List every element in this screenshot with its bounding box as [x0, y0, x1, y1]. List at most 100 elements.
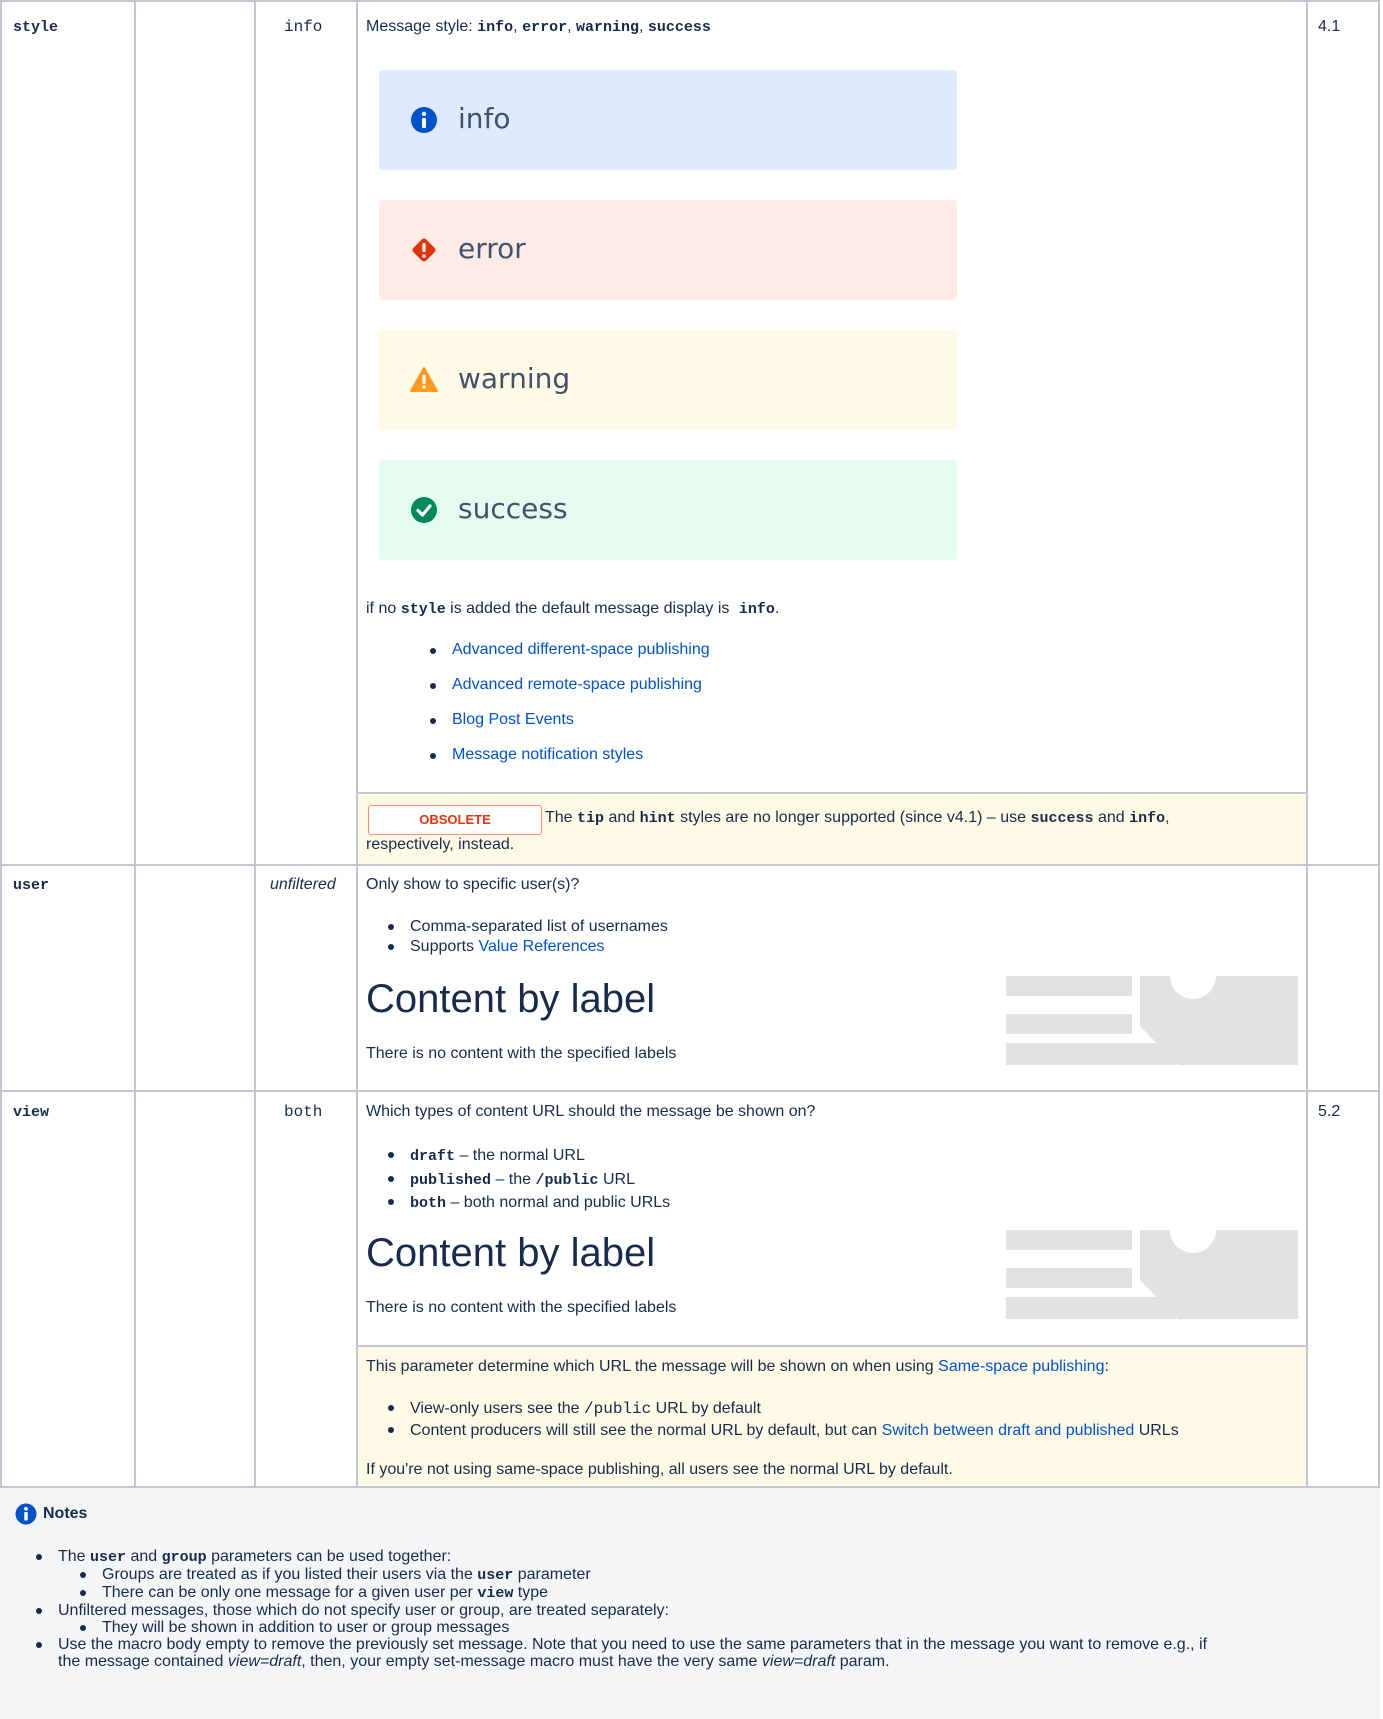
param-default: unfiltered: [270, 876, 336, 893]
bullet-text: Comma-separated list of usernames: [410, 918, 668, 935]
bullet-text: Supports: [410, 938, 479, 955]
text: parameters can be used together:: [206, 1548, 452, 1565]
param-name: style: [13, 19, 59, 36]
link-same-space-publishing[interactable]: Same-space publishing: [938, 1358, 1104, 1375]
code-success: success: [1030, 810, 1094, 827]
style-code-warning: warning: [575, 19, 639, 36]
bullet-text: URL: [598, 1170, 635, 1188]
bullet-text: – the: [491, 1170, 536, 1188]
obsolete-badge: OBSOLETE: [368, 805, 542, 835]
code-public: /public: [584, 1400, 652, 1418]
empty-content-illustration: [1006, 976, 1298, 1065]
text: param.: [835, 1653, 890, 1670]
text: The: [545, 809, 578, 826]
bullet-text: View-only users see the: [410, 1400, 585, 1417]
param-default: info: [284, 18, 323, 36]
style-code-error: error: [522, 19, 568, 36]
success-message-preview: success: [379, 460, 957, 560]
text: ,: [1165, 809, 1170, 826]
text: Groups are treated as if you listed thei…: [102, 1566, 478, 1583]
list-item: published – the /public URL: [388, 1169, 670, 1193]
param-example: view=draft: [761, 1653, 836, 1670]
link-blog-post-events[interactable]: Blog Post Events: [452, 711, 574, 728]
link-switch-draft-published[interactable]: Switch between draft and published: [882, 1422, 1135, 1439]
list-item: Advanced remote-space publishing: [430, 676, 710, 711]
error-diamond-icon: [412, 238, 436, 262]
code-public: /public: [535, 1171, 599, 1189]
text: and: [126, 1548, 162, 1565]
text: and: [1093, 809, 1130, 826]
description-text: Message style:: [366, 18, 478, 35]
link-advanced-remote-space[interactable]: Advanced remote-space publishing: [452, 676, 702, 693]
content-by-label-title: Content by label: [366, 977, 656, 1021]
table-border-right: [1378, 0, 1380, 1488]
info-circle-icon: [15, 1503, 37, 1525]
text: the message contained: [58, 1653, 228, 1670]
table-col-divider: [1306, 0, 1308, 1488]
link-advanced-different-space[interactable]: Advanced different-space publishing: [452, 641, 710, 658]
table-row-divider: [0, 0, 1380, 2]
code-style: style: [400, 601, 446, 618]
list-item: Content producers will still see the nor…: [388, 1420, 1179, 1442]
table-row-divider: [0, 1090, 1380, 1092]
text: :: [1104, 1358, 1109, 1375]
style-code-success: success: [647, 19, 711, 36]
text: Use the macro body empty to remove the p…: [58, 1636, 1208, 1653]
notes-list: The user and group parameters can be use…: [36, 1548, 1207, 1670]
obsolete-text: The tip and hint styles are no longer su…: [545, 809, 1170, 827]
text: , then, your empty set-message macro mus…: [301, 1653, 762, 1670]
preview-label: info: [458, 102, 511, 135]
table-col-divider: [254, 0, 256, 1488]
text: type: [513, 1584, 549, 1601]
list-item: both – both normal and public URLs: [388, 1192, 670, 1216]
warning-triangle-icon: [410, 367, 438, 392]
note-text: .: [774, 600, 780, 617]
link-message-notification-styles[interactable]: Message notification styles: [452, 746, 643, 763]
code-tip: tip: [577, 810, 605, 827]
param-version: 4.1: [1318, 18, 1341, 35]
list-item: Advanced different-space publishing: [430, 641, 710, 676]
view-note-intro: This parameter determine which URL the m…: [366, 1358, 1109, 1376]
link-value-references[interactable]: Value References: [478, 938, 604, 955]
text: The: [58, 1548, 91, 1565]
param-name: user: [13, 877, 50, 894]
bullet-text: Content producers will still see the nor…: [410, 1422, 882, 1439]
list-item: Blog Post Events: [430, 711, 710, 746]
note-text: is added the default message display is: [445, 600, 734, 617]
list-item: Use the macro body empty to remove the p…: [36, 1636, 1207, 1653]
related-links-list: Advanced different-space publishing Adva…: [430, 641, 710, 781]
code-view: view: [477, 1585, 514, 1602]
preview-label: error: [458, 232, 526, 265]
list-item: Unfiltered messages, those which do not …: [36, 1602, 1207, 1619]
bullet-text: – both normal and public URLs: [446, 1194, 671, 1211]
text: Unfiltered messages, those which do not …: [58, 1602, 669, 1619]
warning-message-preview: warning: [379, 330, 957, 430]
list-item-continuation: the message contained view=draft, then, …: [36, 1653, 1207, 1670]
code-group: group: [161, 1549, 207, 1566]
text: They will be shown in addition to user o…: [102, 1619, 510, 1636]
bullet-text: URLs: [1134, 1422, 1179, 1439]
code-hint: hint: [639, 810, 676, 827]
info-circle-icon: [411, 107, 437, 133]
code-user: user: [90, 1549, 127, 1566]
empty-content-illustration: [1006, 1230, 1298, 1319]
content-by-label-title: Content by label: [366, 1231, 656, 1275]
list-item: The user and group parameters can be use…: [36, 1548, 1207, 1566]
list-item: draft – the normal URL: [388, 1145, 670, 1169]
text: and: [604, 809, 640, 826]
view-note-footer: If you're not using same-space publishin…: [366, 1461, 953, 1478]
content-by-label-empty: There is no content with the specified l…: [366, 1045, 677, 1062]
user-bullets: Comma-separated list of usernames Suppor…: [388, 917, 668, 957]
code-info: info: [738, 601, 775, 618]
param-description: Only show to specific user(s)?: [366, 876, 580, 893]
table-col-divider: [356, 0, 358, 1488]
param-version: 5.2: [1318, 1103, 1341, 1120]
param-name: view: [13, 1104, 50, 1121]
obsolete-text-line2: respectively, instead.: [366, 836, 515, 853]
info-message-preview: info: [379, 70, 957, 170]
code-published: published: [410, 1171, 492, 1189]
code-user: user: [477, 1567, 514, 1584]
param-description: Message style: info, error, warning, suc…: [366, 18, 711, 36]
list-item: Comma-separated list of usernames: [388, 917, 668, 937]
view-note-bullets: View-only users see the /public URL by d…: [388, 1398, 1179, 1442]
